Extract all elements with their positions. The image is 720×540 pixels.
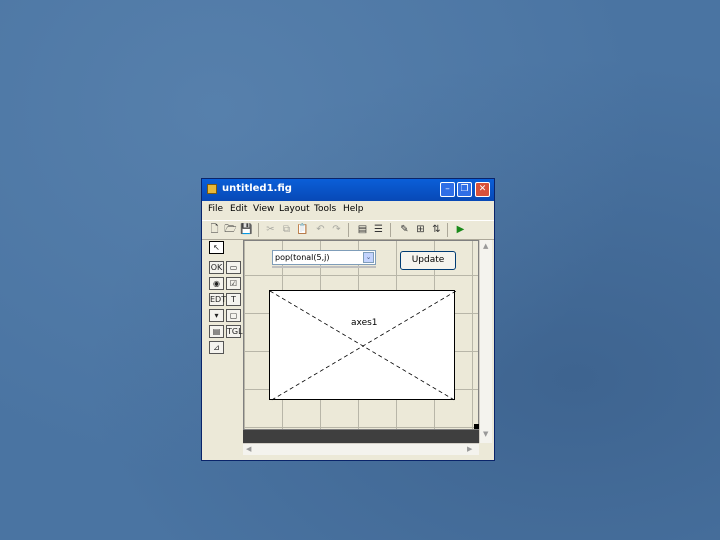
popup-menu[interactable]: pop(tonal(5,j) ⌄	[272, 250, 376, 265]
menu-bar: File Edit View Layout Tools Help	[202, 202, 494, 218]
push-button-tool-icon[interactable]: OK	[209, 261, 224, 274]
restore-button[interactable]: ❐	[457, 182, 472, 197]
undo-icon[interactable]: ↶	[314, 223, 327, 236]
tab-order-icon[interactable]: ⇅	[430, 223, 443, 236]
chevron-down-icon[interactable]: ⌄	[363, 252, 374, 263]
canvas-bottom-border	[243, 430, 479, 443]
scroll-down-icon[interactable]: ▼	[483, 430, 488, 438]
guide-window: untitled1.fig – ❐ ✕ File Edit View Layou…	[201, 178, 495, 461]
new-icon[interactable]: 🗋	[208, 223, 221, 236]
layout-canvas[interactable]: pop(tonal(5,j) ⌄ Update axes1	[243, 240, 479, 430]
vertical-scrollbar[interactable]: ▲ ▼	[479, 240, 492, 443]
scroll-up-icon[interactable]: ▲	[483, 242, 488, 250]
slider-tool-icon[interactable]: ▭	[226, 261, 241, 274]
component-palette: ↖ OK ▭ ◉ ☑ EDT T ▾ ▢ ▤ TGL ⊿	[206, 241, 243, 399]
scroll-right-icon[interactable]: ▶	[467, 445, 472, 453]
toolbar-separator	[390, 223, 391, 237]
radio-button-tool-icon[interactable]: ◉	[209, 277, 224, 290]
menu-layout[interactable]: Layout	[279, 204, 310, 214]
align-icon[interactable]: ▤	[356, 223, 369, 236]
redo-icon[interactable]: ↷	[330, 223, 343, 236]
menu-help[interactable]: Help	[343, 204, 364, 214]
menu-editor-icon[interactable]: ☰	[372, 223, 385, 236]
popup-menu-shadow	[272, 266, 376, 268]
close-button[interactable]: ✕	[475, 182, 490, 197]
axes-tool-icon[interactable]: ⊿	[209, 341, 224, 354]
cut-icon[interactable]: ✂	[264, 223, 277, 236]
figure-icon	[207, 184, 217, 194]
open-icon[interactable]: 🗁	[224, 223, 237, 236]
property-inspector-icon[interactable]: ✎	[398, 223, 411, 236]
run-icon[interactable]: ▶	[454, 223, 467, 236]
select-tool-icon[interactable]: ↖	[209, 241, 224, 254]
menu-edit[interactable]: Edit	[230, 204, 247, 214]
axes-placeholder[interactable]: axes1	[269, 290, 456, 401]
static-text-tool-icon[interactable]: T	[226, 293, 241, 306]
copy-icon[interactable]: ⧉	[280, 223, 293, 236]
save-icon[interactable]: 💾	[240, 223, 253, 236]
axes-cross-lines	[270, 291, 456, 401]
horizontal-scrollbar[interactable]: ◀ ▶	[243, 443, 479, 455]
popup-menu-value: pop(tonal(5,j)	[275, 253, 330, 262]
object-browser-icon[interactable]: ⊞	[414, 223, 427, 236]
window-title: untitled1.fig	[222, 183, 292, 194]
toolbar-separator	[348, 223, 349, 237]
menu-view[interactable]: View	[253, 204, 274, 214]
checkbox-tool-icon[interactable]: ☑	[226, 277, 241, 290]
toggle-button-tool-icon[interactable]: TGL	[226, 325, 243, 338]
edit-text-tool-icon[interactable]: EDT	[209, 293, 226, 306]
listbox-tool-icon[interactable]: ▤	[209, 325, 224, 338]
toolbar-separator	[447, 223, 448, 237]
menu-file[interactable]: File	[208, 204, 223, 214]
update-button[interactable]: Update	[400, 251, 456, 270]
axes-label: axes1	[349, 318, 380, 328]
toolbar-separator	[258, 223, 259, 237]
title-bar[interactable]: untitled1.fig – ❐ ✕	[202, 179, 494, 201]
minimize-button[interactable]: –	[440, 182, 455, 197]
listbox-tool-icon[interactable]: ▢	[226, 309, 241, 322]
menu-tools[interactable]: Tools	[314, 204, 336, 214]
paste-icon[interactable]: 📋	[296, 223, 309, 236]
scroll-left-icon[interactable]: ◀	[246, 445, 251, 453]
popup-menu-tool-icon[interactable]: ▾	[209, 309, 224, 322]
toolbar: 🗋 🗁 💾 ✂ ⧉ 📋 ↶ ↷ ▤ ☰ ✎ ⊞ ⇅ ▶	[202, 220, 494, 240]
